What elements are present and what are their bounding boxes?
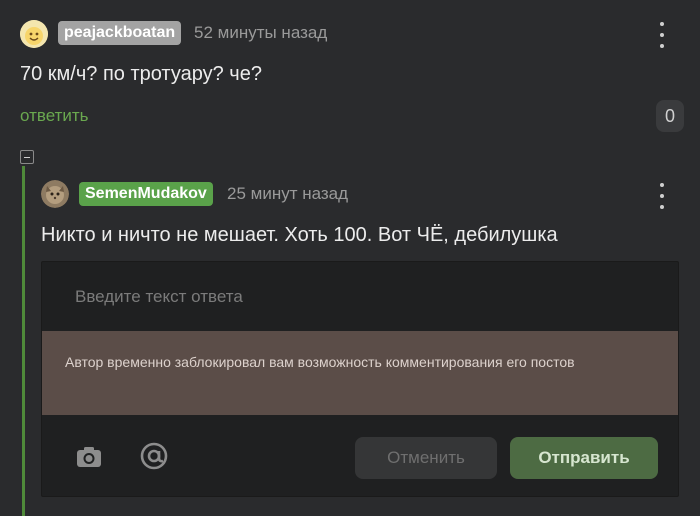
collapse-minus-icon	[24, 156, 30, 158]
mention-button[interactable]	[139, 441, 169, 471]
camera-icon	[77, 447, 101, 467]
blocked-notice: Автор временно заблокировал вам возможно…	[42, 331, 678, 415]
comment-text: Никто и ничто не мешает. Хоть 100. Вот Ч…	[41, 224, 558, 246]
blocked-notice-text: Автор временно заблокировал вам возможно…	[65, 354, 575, 370]
cancel-button[interactable]: Отменить	[355, 437, 497, 479]
attach-image-button[interactable]	[76, 445, 102, 469]
reply-textarea[interactable]: Введите текст ответа	[75, 287, 243, 307]
comment-text: 70 км/ч? по тротуару? че?	[20, 63, 262, 85]
at-sign-icon	[140, 442, 168, 470]
smiley-avatar-icon	[20, 20, 48, 48]
thread-line[interactable]	[22, 166, 25, 516]
username-badge[interactable]: SemenMudakov	[79, 182, 213, 206]
avatar-peajackboatan[interactable]	[20, 20, 48, 48]
collapse-thread-button[interactable]	[20, 150, 34, 164]
more-options-icon[interactable]	[652, 22, 672, 48]
avatar-semenmudakov[interactable]	[41, 180, 69, 208]
reply-button[interactable]: ответить	[20, 106, 89, 126]
comment-timestamp: 25 минут назад	[227, 184, 349, 203]
more-options-icon[interactable]	[652, 183, 672, 209]
rating-badge[interactable]: 0	[656, 100, 684, 132]
username-badge[interactable]: peajackboatan	[58, 21, 182, 45]
submit-button[interactable]: Отправить	[510, 437, 658, 479]
cat-avatar-icon	[41, 180, 69, 208]
comment-timestamp: 52 минуты назад	[194, 23, 328, 42]
